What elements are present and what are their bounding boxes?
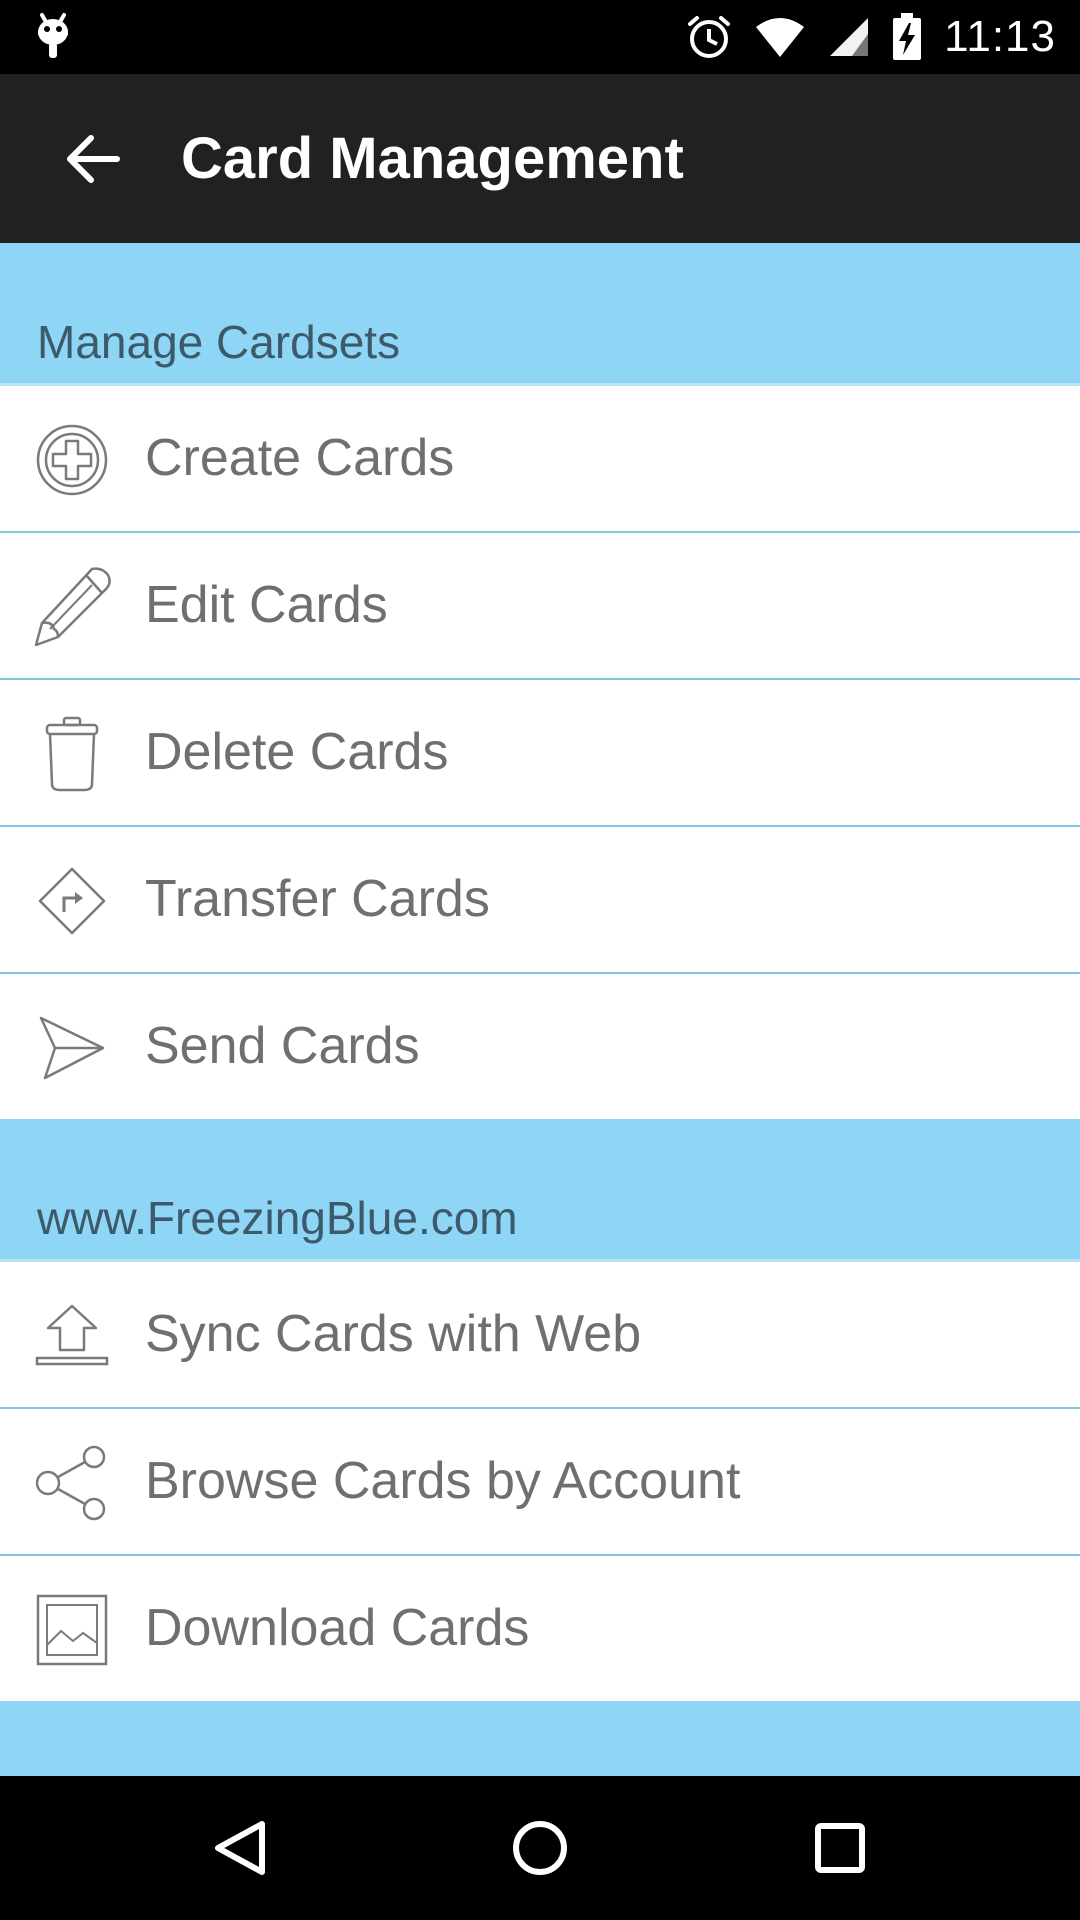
item-label: Transfer Cards [145, 870, 490, 928]
back-button[interactable] [50, 116, 136, 202]
battery-charging-icon [893, 13, 922, 60]
pencil-icon [28, 567, 116, 647]
nav-back-button[interactable] [204, 1812, 276, 1884]
wifi-icon [756, 18, 805, 57]
status-time: 11:13 [944, 12, 1056, 61]
upload-icon [28, 1296, 116, 1376]
item-label: Browse Cards by Account [145, 1452, 741, 1510]
list-item-create-cards[interactable]: Create Cards [0, 386, 1080, 533]
list-item-send-cards[interactable]: Send Cards [0, 974, 1080, 1119]
recents-square-icon [815, 1823, 865, 1873]
screen: 11:13 Card Management Manage Cardsets Cr… [0, 0, 1080, 1920]
content: Manage Cardsets Create Cards Edit Cards … [0, 243, 1080, 1775]
item-label: Download Cards [145, 1599, 530, 1657]
alarm-icon [688, 16, 731, 58]
back-triangle-icon [215, 1821, 265, 1875]
signal-icon [830, 18, 869, 56]
item-label: Sync Cards with Web [145, 1305, 642, 1363]
item-label: Send Cards [145, 1017, 420, 1075]
arrow-left-icon [67, 135, 120, 183]
status-bar: 11:13 [0, 0, 1080, 74]
page-title: Card Management [181, 126, 684, 191]
list-item-sync-cards[interactable]: Sync Cards with Web [0, 1262, 1080, 1409]
list-manage-cardsets: Create Cards Edit Cards Delete Cards Tra… [0, 386, 1080, 1119]
item-label: Edit Cards [145, 576, 388, 634]
navigation-bar [0, 1776, 1080, 1920]
status-icons: 11:13 [686, 0, 1056, 74]
item-label: Create Cards [145, 429, 455, 487]
turn-right-diamond-icon [28, 861, 116, 941]
list-item-browse-cards[interactable]: Browse Cards by Account [0, 1409, 1080, 1556]
toolbar: Card Management [0, 74, 1080, 243]
section-header-manage-cardsets: Manage Cardsets [0, 243, 1080, 386]
home-circle-icon [513, 1821, 567, 1875]
android-debug-icon [34, 12, 72, 67]
paper-plane-icon [28, 1008, 116, 1088]
share-icon [28, 1443, 116, 1523]
item-label: Delete Cards [145, 723, 449, 781]
nav-home-button[interactable] [504, 1812, 576, 1884]
list-item-edit-cards[interactable]: Edit Cards [0, 533, 1080, 680]
section-title: Manage Cardsets [37, 316, 401, 368]
trash-icon [28, 714, 116, 794]
image-icon [28, 1590, 116, 1670]
section-header-freezingblue: www.FreezingBlue.com [0, 1119, 1080, 1262]
section-title: www.FreezingBlue.com [37, 1192, 518, 1244]
list-item-download-cards[interactable]: Download Cards [0, 1556, 1080, 1701]
plus-circle-icon [28, 420, 116, 500]
nav-recents-button[interactable] [804, 1812, 876, 1884]
list-item-delete-cards[interactable]: Delete Cards [0, 680, 1080, 827]
empty-area [0, 1701, 1080, 1775]
list-item-transfer-cards[interactable]: Transfer Cards [0, 827, 1080, 974]
list-freezingblue: Sync Cards with Web Browse Cards by Acco… [0, 1262, 1080, 1701]
